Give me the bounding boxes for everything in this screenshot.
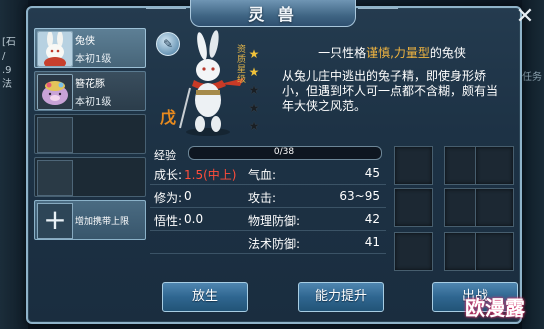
stat-cultivation-label: 修为: <box>154 191 183 205</box>
aptitude-star-label: 资质星级 <box>235 44 245 84</box>
empty-slot-frame <box>37 117 73 153</box>
star-empty-icon: ★ <box>248 83 260 97</box>
stat-hp-value: 45 <box>364 166 380 180</box>
aptitude-stars: ★ ★ ★ ★ ★ <box>248 48 262 138</box>
stat-row: 修为: 0 攻击: 63~95 <box>150 185 386 208</box>
pet-name: 兔侠 <box>75 36 95 47</box>
stat-attack-value: 63~95 <box>339 189 380 203</box>
background-left-text: [石 / .9 法 <box>2 37 16 90</box>
star-empty-icon: ★ <box>248 119 260 133</box>
exp-value: 0/38 <box>273 147 295 157</box>
pet-list: 兔侠 本初1级 簪花豚 本初1级 + 增加携带上限 <box>34 28 146 240</box>
exp-label: 经验 <box>154 149 176 162</box>
description-body: 从兔儿庄中逃出的兔子精，即使身形娇小，但遇到坏人可一点都不含糊，颇有当年大侠之风… <box>282 69 499 113</box>
stat-growth-label: 成长: <box>154 168 183 182</box>
description-title: 一只性格谨慎,力量型的兔侠 <box>276 44 508 61</box>
background-right-strip <box>522 0 544 329</box>
pet-name: 簪花豚 <box>75 79 105 90</box>
stat-row: 悟性: 0.0 物理防御: 42 <box>150 208 386 231</box>
equipment-slot[interactable] <box>475 146 514 185</box>
equipment-slot[interactable] <box>475 188 514 227</box>
stat-row: 成长: 1.5(中上) 气血: 45 <box>150 162 386 185</box>
stat-magic-defense-value: 41 <box>364 235 380 249</box>
watermark-text: 欧漫露 <box>465 296 525 320</box>
pet-level: 本初1级 <box>75 97 112 108</box>
release-button[interactable]: 放生 <box>162 282 248 312</box>
equipment-slot[interactable] <box>394 188 433 227</box>
close-icon: ✕ <box>515 4 535 29</box>
background-right-text: 任务 <box>522 72 542 83</box>
stat-hp-label: 气血: <box>248 168 277 182</box>
equipment-slot[interactable] <box>475 232 514 271</box>
add-capacity-label: 增加携带上限 <box>75 217 130 227</box>
title-decoration-left <box>146 8 186 17</box>
window-title: 灵 兽 <box>248 5 298 24</box>
title-decoration-right <box>358 8 398 17</box>
title-prefix: 一只性格 <box>318 46 367 60</box>
add-capacity-button[interactable]: + 增加携带上限 <box>34 200 146 240</box>
stat-row: 法术防御: 41 <box>150 231 386 254</box>
stat-cultivation-value: 0 <box>184 189 192 203</box>
rename-button[interactable]: ✎ <box>156 32 180 56</box>
pet-slot-pig[interactable]: 簪花豚 本初1级 <box>34 71 146 111</box>
stat-physical-defense-value: 42 <box>364 212 380 226</box>
equipment-slot[interactable] <box>394 232 433 271</box>
stat-physical-defense-label: 物理防御: <box>248 214 301 228</box>
star-filled-icon: ★ <box>248 65 260 79</box>
pet-slot-rabbit[interactable]: 兔侠 本初1级 <box>34 28 146 68</box>
equipment-slot[interactable] <box>394 146 433 185</box>
window-title-plate: 灵 兽 <box>190 0 356 27</box>
plus-icon: + <box>37 203 73 239</box>
upgrade-button[interactable]: 能力提升 <box>298 282 384 312</box>
stat-growth-value: 1.5(中上) <box>184 168 237 182</box>
rabbit-avatar <box>37 31 73 67</box>
stat-comprehension-label: 悟性: <box>154 214 183 228</box>
pencil-icon: ✎ <box>162 37 174 51</box>
game-screen: [石 / .9 法 任务 灵 兽 ✕ 兔侠 本初1级 簪花豚 本初1级 + 增加… <box>0 0 544 329</box>
pet-level: 本初1级 <box>75 54 112 65</box>
pet-slot-empty[interactable] <box>34 157 146 197</box>
pig-avatar <box>37 74 73 110</box>
stat-magic-defense-label: 法术防御: <box>248 237 301 251</box>
equipment-grid <box>392 146 514 274</box>
star-empty-icon: ★ <box>248 101 260 115</box>
empty-slot-frame <box>37 160 73 196</box>
pet-type-glyph: 戊 <box>160 108 177 127</box>
title-highlight: 谨慎,力量型 <box>366 46 430 60</box>
stat-attack-label: 攻击: <box>248 191 277 205</box>
pet-slot-empty[interactable] <box>34 114 146 154</box>
title-suffix: 的兔侠 <box>429 46 466 60</box>
pet-stats: 成长: 1.5(中上) 气血: 45 修为: 0 攻击: 63~95 悟性: 0… <box>150 162 386 254</box>
stat-comprehension-value: 0.0 <box>184 212 204 226</box>
star-filled-icon: ★ <box>248 47 260 61</box>
pet-description: 一只性格谨慎,力量型的兔侠 从兔儿庄中逃出的兔子精，即使身形娇小，但遇到坏人可一… <box>276 36 508 132</box>
close-button[interactable]: ✕ <box>512 4 538 30</box>
